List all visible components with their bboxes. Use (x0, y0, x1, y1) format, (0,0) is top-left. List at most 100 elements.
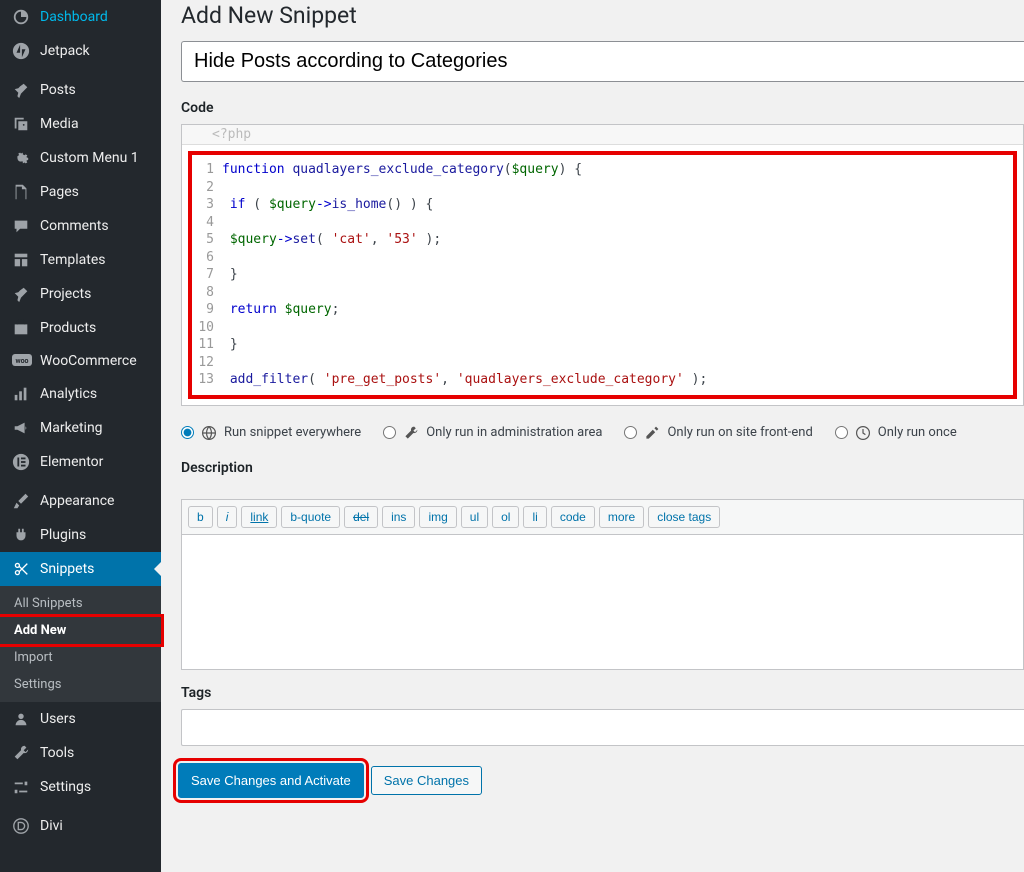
sidebar-submenu: All Snippets Add New Import Settings (0, 586, 161, 702)
sidebar-item-products[interactable]: Products (0, 311, 161, 345)
description-textarea[interactable] (182, 535, 1023, 665)
woo-icon: woo (12, 354, 32, 368)
media-icon (12, 115, 32, 133)
scope-radio[interactable] (624, 426, 637, 439)
scope-frontend[interactable]: Only run on site front-end (624, 424, 812, 442)
sidebar-item-label: Analytics (40, 386, 97, 402)
sidebar-item-label: Jetpack (40, 43, 90, 59)
button-row: Save Changes and Activate Save Changes (181, 766, 1024, 795)
qt-ins[interactable]: ins (382, 506, 415, 528)
sidebar-item-label: Custom Menu 1 (40, 150, 139, 166)
sidebar-item-label: Projects (40, 286, 91, 302)
php-hint: <?php (182, 125, 1023, 145)
sidebar-item-label: Tools (40, 745, 74, 761)
sidebar-item-custom-menu[interactable]: Custom Menu 1 (0, 141, 161, 175)
quicktags-toolbar: b i link b-quote del ins img ul ol li co… (182, 500, 1023, 535)
sidebar-item-label: Dashboard (40, 9, 108, 25)
sidebar-item-label: Users (40, 711, 76, 727)
qt-more[interactable]: more (599, 506, 644, 528)
submenu-all-snippets[interactable]: All Snippets (0, 590, 161, 617)
svg-text:woo: woo (15, 357, 28, 365)
sidebar-item-jetpack[interactable]: Jetpack (0, 34, 161, 68)
scope-radio[interactable] (835, 426, 848, 439)
sidebar-item-divi[interactable]: Divi (0, 809, 161, 843)
qt-li[interactable]: li (523, 506, 546, 528)
wrench-icon (402, 424, 420, 442)
sidebar-item-settings[interactable]: Settings (0, 770, 161, 804)
sidebar-item-analytics[interactable]: Analytics (0, 377, 161, 411)
tags-input[interactable] (181, 709, 1024, 746)
templates-icon (12, 251, 32, 269)
sidebar-item-woocommerce[interactable]: woo WooCommerce (0, 345, 161, 377)
sidebar-item-label: Elementor (40, 454, 103, 470)
scope-selector: Run snippet everywhere Only run in admin… (181, 418, 1024, 460)
sidebar-item-snippets[interactable]: Snippets (0, 552, 161, 586)
user-icon (12, 710, 32, 728)
sidebar-item-label: Appearance (40, 493, 114, 509)
sidebar-item-media[interactable]: Media (0, 107, 161, 141)
qt-b[interactable]: b (188, 506, 213, 528)
admin-sidebar: Dashboard Jetpack Posts Media Custom Men… (0, 0, 161, 872)
sidebar-item-label: WooCommerce (40, 353, 137, 369)
qt-code[interactable]: code (551, 506, 595, 528)
scope-radio[interactable] (383, 426, 396, 439)
code-editor[interactable]: <?php 1 2 3 4 5 6 7 8 9 10 11 12 13 func… (181, 124, 1024, 406)
qt-link[interactable]: link (241, 506, 277, 528)
sidebar-item-pages[interactable]: Pages (0, 175, 161, 209)
scope-once[interactable]: Only run once (835, 424, 957, 442)
comment-icon (12, 217, 32, 235)
sidebar-item-marketing[interactable]: Marketing (0, 411, 161, 445)
code-content[interactable]: function quadlayers_exclude_category($qu… (220, 161, 707, 389)
scope-everywhere[interactable]: Run snippet everywhere (181, 424, 361, 442)
save-button[interactable]: Save Changes (371, 766, 482, 795)
scope-label: Only run on site front-end (667, 425, 812, 440)
sidebar-item-tools[interactable]: Tools (0, 736, 161, 770)
sidebar-item-label: Templates (40, 252, 106, 268)
dashboard-icon (12, 8, 32, 26)
qt-i[interactable]: i (217, 506, 238, 528)
sidebar-item-elementor[interactable]: Elementor (0, 445, 161, 479)
sidebar-item-appearance[interactable]: Appearance (0, 484, 161, 518)
snippet-title-input[interactable] (181, 41, 1024, 82)
sidebar-item-label: Pages (40, 184, 79, 200)
description-editor: b i link b-quote del ins img ul ol li co… (181, 499, 1024, 670)
scope-admin[interactable]: Only run in administration area (383, 424, 602, 442)
qt-del[interactable]: del (344, 506, 378, 528)
sidebar-item-label: Divi (40, 818, 63, 834)
line-gutter: 1 2 3 4 5 6 7 8 9 10 11 12 13 (192, 161, 220, 389)
pin-icon (12, 81, 32, 99)
sidebar-item-comments[interactable]: Comments (0, 209, 161, 243)
elementor-icon (12, 453, 32, 471)
scope-label: Only run in administration area (426, 425, 602, 440)
qt-bquote[interactable]: b-quote (281, 506, 340, 528)
page-title: Add New Snippet (181, 2, 1024, 29)
jetpack-icon (12, 42, 32, 60)
sidebar-item-label: Plugins (40, 527, 86, 543)
sidebar-item-label: Marketing (40, 420, 103, 436)
gear-icon (12, 149, 32, 167)
sidebar-item-posts[interactable]: Posts (0, 73, 161, 107)
qt-ul[interactable]: ul (461, 506, 488, 528)
globe-icon (200, 424, 218, 442)
sidebar-item-projects[interactable]: Projects (0, 277, 161, 311)
plug-icon (12, 526, 32, 544)
bars-icon (12, 385, 32, 403)
qt-img[interactable]: img (419, 506, 456, 528)
submenu-import[interactable]: Import (0, 644, 161, 671)
qt-closetags[interactable]: close tags (648, 506, 720, 528)
wrench-icon (12, 744, 32, 762)
scope-label: Only run once (878, 425, 957, 440)
scissors-icon (12, 560, 32, 578)
save-activate-button[interactable]: Save Changes and Activate (178, 763, 364, 798)
submenu-add-new[interactable]: Add New (0, 617, 161, 644)
qt-ol[interactable]: ol (492, 506, 519, 528)
sidebar-item-dashboard[interactable]: Dashboard (0, 0, 161, 34)
clock-icon (854, 424, 872, 442)
sidebar-item-plugins[interactable]: Plugins (0, 518, 161, 552)
sidebar-item-label: Settings (40, 779, 91, 795)
sidebar-item-users[interactable]: Users (0, 702, 161, 736)
pin-icon (12, 285, 32, 303)
sidebar-item-templates[interactable]: Templates (0, 243, 161, 277)
scope-radio[interactable] (181, 426, 194, 439)
submenu-settings[interactable]: Settings (0, 671, 161, 698)
